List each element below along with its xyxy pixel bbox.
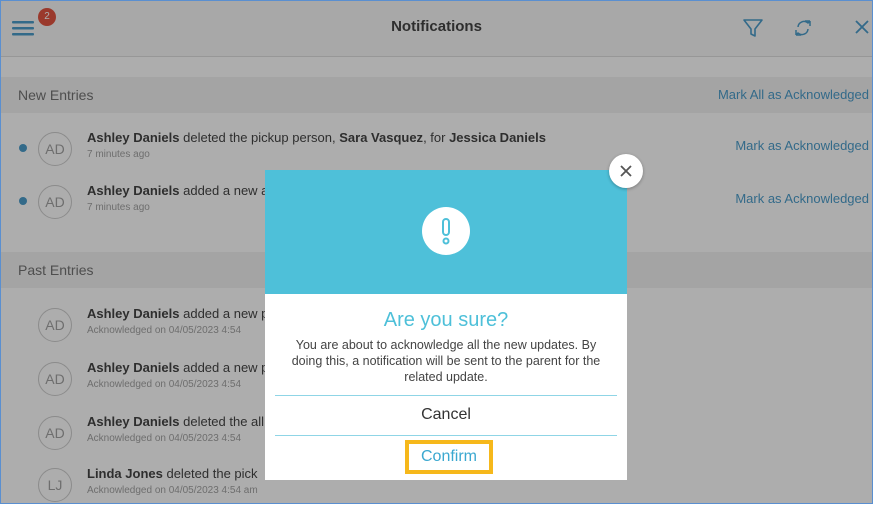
exclamation-icon [442,218,450,245]
divider [275,395,617,396]
cancel-button[interactable]: Cancel [275,398,617,432]
divider [275,435,617,436]
dialog-title: Are you sure? [383,309,509,331]
confirm-button[interactable]: Confirm [405,440,493,474]
dialog-message: You are about to acknowledge all the new… [291,338,601,384]
confirm-dialog: Are you sure? You are about to acknowled… [265,170,627,480]
dialog-header [265,170,627,294]
alert-badge [422,207,470,255]
dialog-close-button[interactable] [609,154,643,188]
close-icon [620,165,632,177]
